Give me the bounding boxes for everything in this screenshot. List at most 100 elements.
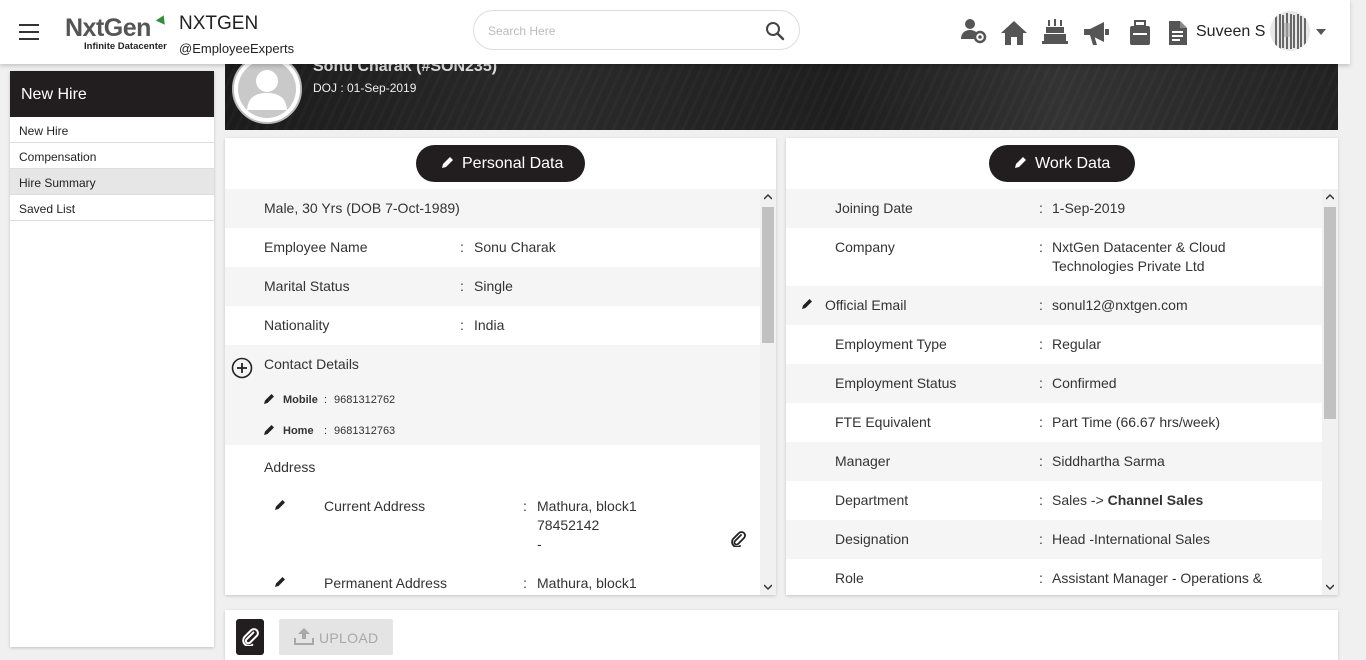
work-row-employment-type: Employment Type : Regular — [786, 325, 1322, 364]
employee-doj: DOJ : 01-Sep-2019 — [313, 81, 417, 95]
home-icon[interactable] — [1000, 19, 1028, 47]
work-data-title: Work Data — [1035, 155, 1111, 172]
colon: : — [324, 394, 328, 406]
employee-name-heading: Sonu Charak (#SON235) — [313, 64, 498, 75]
colon: : — [523, 575, 527, 591]
sidebar-title: New Hire — [10, 71, 214, 117]
work-row-role: Role : Assistant Manager - Operations & — [786, 559, 1322, 595]
current-address-line1: Mathura, block1 — [537, 498, 637, 514]
megaphone-icon[interactable] — [1082, 19, 1110, 47]
colon: : — [460, 278, 464, 294]
pencil-icon — [1015, 157, 1026, 168]
scroll-up-arrow-icon[interactable] — [764, 193, 772, 201]
field-value: Single — [474, 278, 513, 294]
field-value-bold: Channel Sales — [1107, 492, 1204, 508]
field-value: India — [474, 317, 505, 333]
personal-data-body: Male, 30 Yrs (DOB 7-Oct-1989) Employee N… — [225, 189, 760, 595]
field-label: Employment Type — [835, 336, 947, 352]
sidebar-item-hire-summary[interactable]: Hire Summary — [10, 169, 214, 195]
contact-details-section: Contact Details Mobile : 9681312762 Home… — [225, 345, 760, 445]
edit-mobile-pencil-icon[interactable] — [263, 393, 275, 405]
current-address-label: Current Address — [324, 498, 426, 514]
hamburger-menu-icon[interactable] — [19, 24, 39, 40]
field-value: Confirmed — [1052, 375, 1117, 391]
expand-plus-icon[interactable] — [231, 357, 253, 379]
work-data-edit-button[interactable]: Work Data — [989, 145, 1135, 182]
field-label: FTE Equivalent — [835, 414, 931, 430]
search-box — [473, 10, 800, 50]
field-value: Regular — [1052, 336, 1102, 352]
permanent-address-line1: Mathura, block1 — [537, 575, 637, 591]
user-avatar[interactable] — [1270, 11, 1310, 51]
field-value: Siddhartha Sarma — [1052, 453, 1165, 469]
work-row-designation: Designation : Head -International Sales — [786, 520, 1322, 559]
personal-data-edit-button[interactable]: Personal Data — [416, 145, 585, 182]
document-icon[interactable] — [1164, 19, 1192, 47]
edit-home-phone-pencil-icon[interactable] — [263, 424, 275, 436]
colon: : — [1039, 453, 1043, 469]
edit-email-pencil-icon[interactable] — [801, 298, 813, 310]
upload-panel: UPLOAD — [225, 610, 1338, 660]
field-label: Role — [835, 570, 864, 586]
scroll-thumb[interactable] — [762, 207, 774, 343]
scroll-thumb[interactable] — [1324, 207, 1336, 419]
upload-button[interactable]: UPLOAD — [279, 619, 393, 655]
field-label: Employee Name — [264, 239, 368, 255]
search-icon[interactable] — [765, 21, 785, 41]
colon: : — [324, 425, 328, 437]
upload-label: UPLOAD — [319, 630, 379, 646]
company-logo[interactable]: NxtGen Infinite Datacenter — [65, 13, 169, 54]
colon: : — [1039, 297, 1043, 313]
field-value: NxtGen Datacenter & Cloud — [1052, 239, 1226, 255]
sidebar-item-compensation[interactable]: Compensation — [10, 143, 214, 169]
attachment-clip-icon[interactable] — [730, 531, 746, 547]
contact-value-home: 9681312763 — [334, 425, 396, 437]
personal-summary-row: Male, 30 Yrs (DOB 7-Oct-1989) — [225, 189, 760, 228]
edit-permanent-address-pencil-icon[interactable] — [274, 576, 286, 588]
colon: : — [1039, 570, 1043, 586]
chevron-down-icon[interactable] — [1316, 29, 1326, 35]
field-label: Joining Date — [835, 200, 913, 216]
work-row-fte-equivalent: FTE Equivalent : Part Time (66.67 hrs/we… — [786, 403, 1322, 442]
colon: : — [460, 239, 464, 255]
sidebar: New Hire New Hire Compensation Hire Summ… — [10, 71, 214, 647]
sidebar-item-new-hire[interactable]: New Hire — [10, 117, 214, 143]
scroll-down-arrow-icon[interactable] — [1326, 583, 1334, 591]
colon: : — [1039, 492, 1043, 508]
personal-data-panel: Personal Data Male, 30 Yrs (DOB 7-Oct-19… — [225, 138, 776, 595]
work-data-scrollbar[interactable] — [1322, 189, 1338, 595]
personal-data-scrollbar[interactable] — [760, 189, 776, 595]
suitcase-icon[interactable] — [1126, 19, 1154, 47]
field-value: Part Time (66.67 hrs/week) — [1052, 414, 1221, 430]
colon: : — [460, 317, 464, 333]
colon: : — [1039, 414, 1043, 430]
field-label: Nationality — [264, 317, 330, 333]
personal-row-marital-status: Marital Status : Single — [225, 267, 760, 306]
contact-details-title: Contact Details — [264, 356, 359, 372]
work-row-employment-status: Employment Status : Confirmed — [786, 364, 1322, 403]
work-row-department: Department : Sales -> Channel Sales — [786, 481, 1322, 520]
user-name[interactable]: Suveen S — [1196, 23, 1265, 41]
logo-tagline: Infinite Datacenter — [84, 41, 167, 52]
org-name: NXTGEN — [179, 13, 259, 34]
work-row-manager: Manager : Siddhartha Sarma — [786, 442, 1322, 481]
field-label: Marital Status — [264, 278, 350, 294]
field-label: Company — [835, 239, 895, 255]
page-scrollbar[interactable] — [1350, 0, 1366, 654]
pencil-icon — [442, 157, 453, 168]
people-gear-icon[interactable] — [960, 17, 988, 45]
search-input[interactable] — [488, 21, 758, 41]
work-data-body: Joining Date : 1-Sep-2019 Company : NxtG… — [786, 189, 1322, 595]
scroll-down-arrow-icon[interactable] — [764, 583, 772, 591]
cake-icon[interactable] — [1041, 17, 1069, 45]
field-label: Department — [835, 492, 909, 508]
edit-current-address-pencil-icon[interactable] — [274, 499, 286, 511]
upload-icon — [294, 628, 314, 645]
personal-data-title: Personal Data — [462, 155, 564, 172]
field-label: Manager — [835, 453, 891, 469]
sidebar-item-saved-list[interactable]: Saved List — [10, 195, 214, 221]
attachment-button[interactable] — [236, 619, 264, 655]
personal-row-nationality: Nationality : India — [225, 306, 760, 345]
field-label: Employment Status — [835, 375, 957, 391]
scroll-up-arrow-icon[interactable] — [1326, 193, 1334, 201]
